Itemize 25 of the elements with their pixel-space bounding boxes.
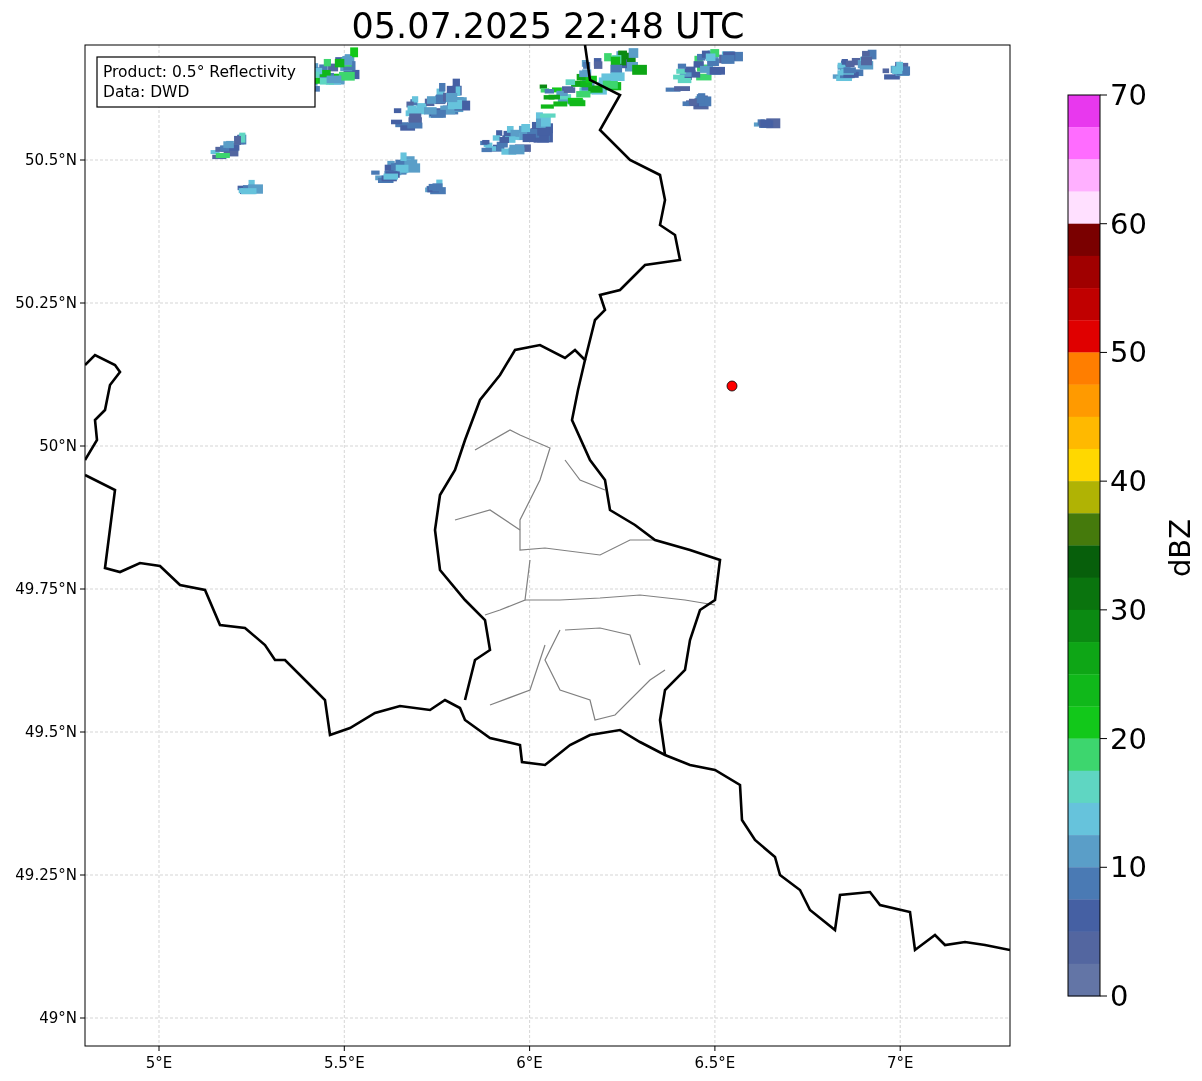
radar-site-marker: [726, 380, 738, 392]
color-scale-tick-label: 60: [1110, 206, 1147, 241]
color-scale-tick-label: 10: [1110, 850, 1147, 885]
axis-tick-label: 49.25°N: [15, 866, 77, 884]
color-scale-tick-label: 30: [1110, 592, 1147, 627]
axis-tick-label: 49.5°N: [24, 723, 77, 741]
axis-tick-label: 6.5°E: [694, 1054, 736, 1072]
axis-tick-label: 5°E: [145, 1054, 173, 1072]
info-text: Product: 0.5° Reflectivity: [103, 63, 296, 81]
color-scale-tick-label: 0: [1110, 979, 1129, 1013]
axis-tick-label: 6°E: [516, 1054, 543, 1072]
color-scale-tick-label: 70: [1110, 78, 1147, 112]
axis-tick-label: 50.25°N: [15, 294, 77, 312]
chart-title: 05.07.2025 22:48 UTC: [351, 6, 745, 46]
axis-tick-label: 7°E: [886, 1054, 914, 1072]
color-scale-tick-label: 40: [1110, 464, 1147, 499]
axis-tick-label: 49°N: [39, 1009, 77, 1027]
color-scale-tick-label: 20: [1110, 721, 1147, 756]
color-scale-label: dBZ: [1163, 518, 1197, 578]
info-text: Data: DWD: [103, 83, 190, 101]
axis-tick-label: 50.5°N: [24, 151, 77, 169]
axis-tick-label: 5.5°E: [323, 1054, 365, 1072]
axis-tick-label: 49.75°N: [15, 580, 77, 598]
axis-tick-label: 50°N: [39, 437, 77, 455]
color-scale-tick-label: 50: [1110, 335, 1147, 370]
